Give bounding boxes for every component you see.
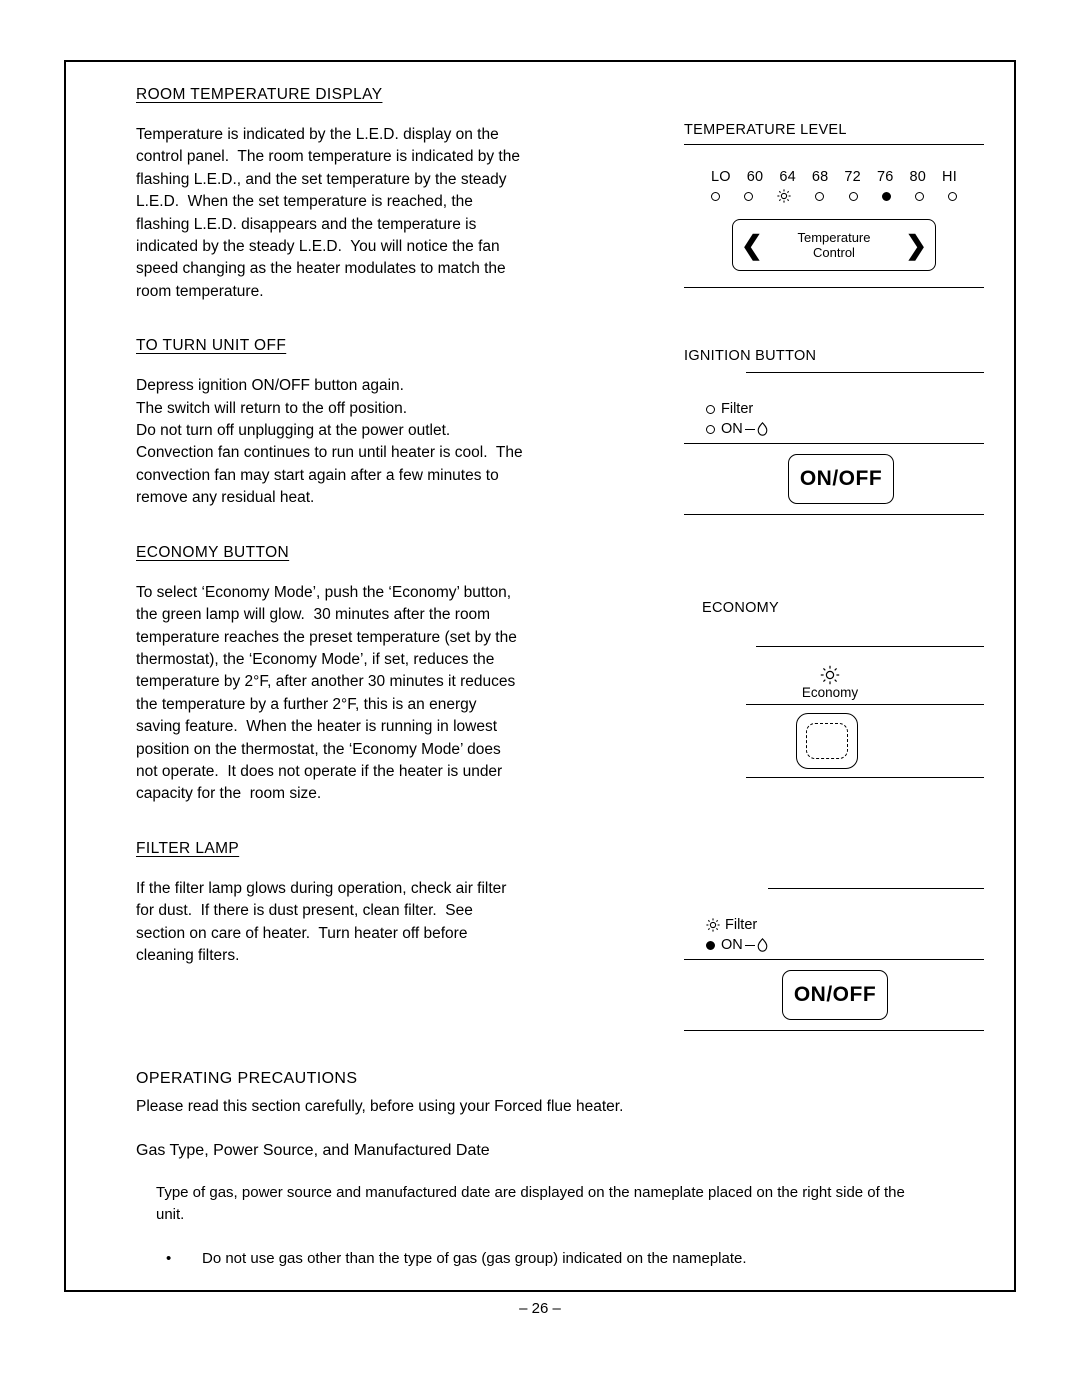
temperature-led-row	[711, 189, 957, 203]
scale-label: HI	[942, 169, 957, 185]
led-indicator	[947, 191, 957, 201]
panel-title: ECONOMY	[702, 600, 780, 616]
on-lamp-label: ON	[721, 421, 743, 437]
scale-label: 80	[909, 169, 927, 185]
temperature-control-label: Temperature Control	[798, 230, 871, 260]
section-body: If the filter lamp glows during operatio…	[136, 879, 507, 964]
led-indicator	[914, 191, 924, 201]
scale-label: 60	[746, 169, 764, 185]
scale-label: 68	[811, 169, 829, 185]
dash-icon	[744, 428, 755, 430]
operating-precautions-section: OPERATING PRECAUTIONS Please read this s…	[136, 1070, 936, 1270]
divider	[684, 514, 984, 515]
subsection-paragraph: Type of gas, power source and manufactur…	[156, 1184, 905, 1223]
page-number: – 26 –	[519, 1300, 561, 1317]
filter-lamp-row: Filter	[706, 917, 984, 933]
on-lamp-label: ON	[721, 937, 743, 953]
section-economy-button: ECONOMY BUTTON To select ‘Economy Mode’,…	[136, 544, 656, 806]
economy-sun-icon	[676, 665, 984, 685]
divider	[746, 704, 984, 705]
on-lamp-row: ON	[706, 937, 984, 953]
economy-button-inner	[806, 723, 848, 759]
flame-icon	[757, 422, 768, 436]
panel-filter-lamp: Filter ON ON/OFF	[684, 882, 984, 1031]
panel-economy: ECONOMY Economy	[684, 600, 984, 778]
section-to-turn-unit-off: TO TURN UNIT OFF Depress ignition ON/OFF…	[136, 337, 656, 509]
onoff-button-label: ON/OFF	[799, 467, 883, 490]
divider	[746, 777, 984, 778]
onoff-button-label: ON/OFF	[793, 983, 877, 1006]
panel-ignition-button: IGNITION BUTTON Filter ON ON/OFF	[684, 348, 984, 515]
divider	[684, 144, 984, 145]
led-indicator	[744, 191, 754, 201]
section-room-temperature-display: ROOM TEMPERATURE DISPLAY Temperature is …	[136, 86, 656, 303]
divider	[756, 646, 984, 647]
flame-icon	[757, 938, 768, 952]
section-body: To select ‘Economy Mode’, push the ‘Econ…	[136, 583, 517, 803]
panel-title: IGNITION BUTTON	[684, 348, 817, 364]
led-indicator-on	[881, 191, 891, 201]
ignition-onoff-button[interactable]: ON/OFF	[788, 454, 894, 504]
scale-label: 72	[844, 169, 861, 185]
ignition-filter-lamp-row: Filter	[706, 401, 984, 417]
on-lamp-icon-lit	[706, 940, 715, 950]
section-heading: TO TURN UNIT OFF	[136, 337, 287, 355]
led-flashing-icon	[777, 189, 791, 203]
led-indicator	[711, 191, 720, 201]
scale-label: LO	[711, 169, 731, 185]
filter-lamp-glow-icon	[706, 918, 720, 932]
temperature-scale: LO 60 64 68 72 76 80 HI	[684, 169, 984, 203]
section-body: Depress ignition ON/OFF button again. Th…	[136, 377, 523, 507]
filter-lamp-label: Filter	[725, 917, 758, 933]
on-lamp-icon	[706, 424, 715, 434]
control-label-line1: Temperature	[797, 230, 871, 245]
filter-onoff-button[interactable]: ON/OFF	[782, 970, 888, 1020]
ignition-on-lamp-row: ON	[706, 421, 984, 437]
section-intro: Please read this section carefully, befo…	[136, 1098, 624, 1115]
section-heading: ECONOMY BUTTON	[136, 543, 290, 561]
filter-lamp-icon	[706, 404, 715, 414]
section-heading: ROOM TEMPERATURE DISPLAY	[136, 86, 383, 103]
divider	[684, 959, 984, 960]
dash-icon	[744, 944, 755, 946]
panel-temperature-level: TEMPERATURE LEVEL LO 60 64 68 72 76 80 H…	[684, 122, 984, 288]
section-heading: OPERATING PRECAUTIONS	[136, 1070, 358, 1087]
bullet-text: Do not use gas other than the type of ga…	[202, 1250, 747, 1267]
subsection-heading: Gas Type, Power Source, and Manufactured…	[136, 1142, 490, 1159]
temperature-control-wrapper: ❮ Temperature Control ❯	[684, 219, 984, 271]
section-body: Temperature is indicated by the L.E.D. d…	[136, 126, 520, 300]
temperature-control-button[interactable]: ❮ Temperature Control ❯	[732, 219, 936, 271]
economy-icon-wrapper: Economy	[676, 665, 984, 700]
divider	[684, 1030, 984, 1031]
bullet-marker: •	[166, 1250, 172, 1267]
bullet-item: • Do not use gas other than the type of …	[166, 1248, 936, 1270]
divider	[684, 287, 984, 288]
economy-button[interactable]	[796, 713, 858, 769]
section-heading: FILTER LAMP	[136, 839, 240, 857]
led-indicator	[815, 191, 825, 201]
control-label-line2: Control	[813, 245, 855, 260]
filter-lamp-label: Filter	[721, 401, 754, 417]
scale-label: 64	[779, 169, 796, 185]
panel-title: TEMPERATURE LEVEL	[684, 122, 847, 138]
section-filter-lamp: FILTER LAMP If the filter lamp glows dur…	[136, 840, 656, 968]
temperature-scale-labels: LO 60 64 68 72 76 80 HI	[711, 169, 957, 185]
led-indicator	[848, 191, 858, 201]
divider	[684, 443, 984, 444]
economy-label: Economy	[801, 685, 859, 700]
chevron-left-icon[interactable]: ❮	[741, 232, 763, 258]
chevron-right-icon[interactable]: ❯	[905, 232, 927, 258]
left-text-column: ROOM TEMPERATURE DISPLAY Temperature is …	[136, 86, 656, 997]
scale-label: 76	[876, 169, 894, 185]
